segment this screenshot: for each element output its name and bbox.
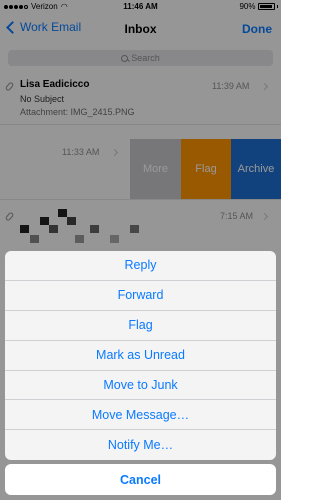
- action-sheet: Reply Forward Flag Mark as Unread Move t…: [5, 251, 276, 461]
- move-to-junk-action[interactable]: Move to Junk: [5, 371, 276, 401]
- flag-action[interactable]: Flag: [5, 311, 276, 341]
- cancel-button[interactable]: Cancel: [5, 464, 276, 495]
- notify-me-action[interactable]: Notify Me…: [5, 430, 276, 460]
- reply-action[interactable]: Reply: [5, 251, 276, 281]
- forward-action[interactable]: Forward: [5, 281, 276, 311]
- mark-as-unread-action[interactable]: Mark as Unread: [5, 341, 276, 371]
- move-message-action[interactable]: Move Message…: [5, 400, 276, 431]
